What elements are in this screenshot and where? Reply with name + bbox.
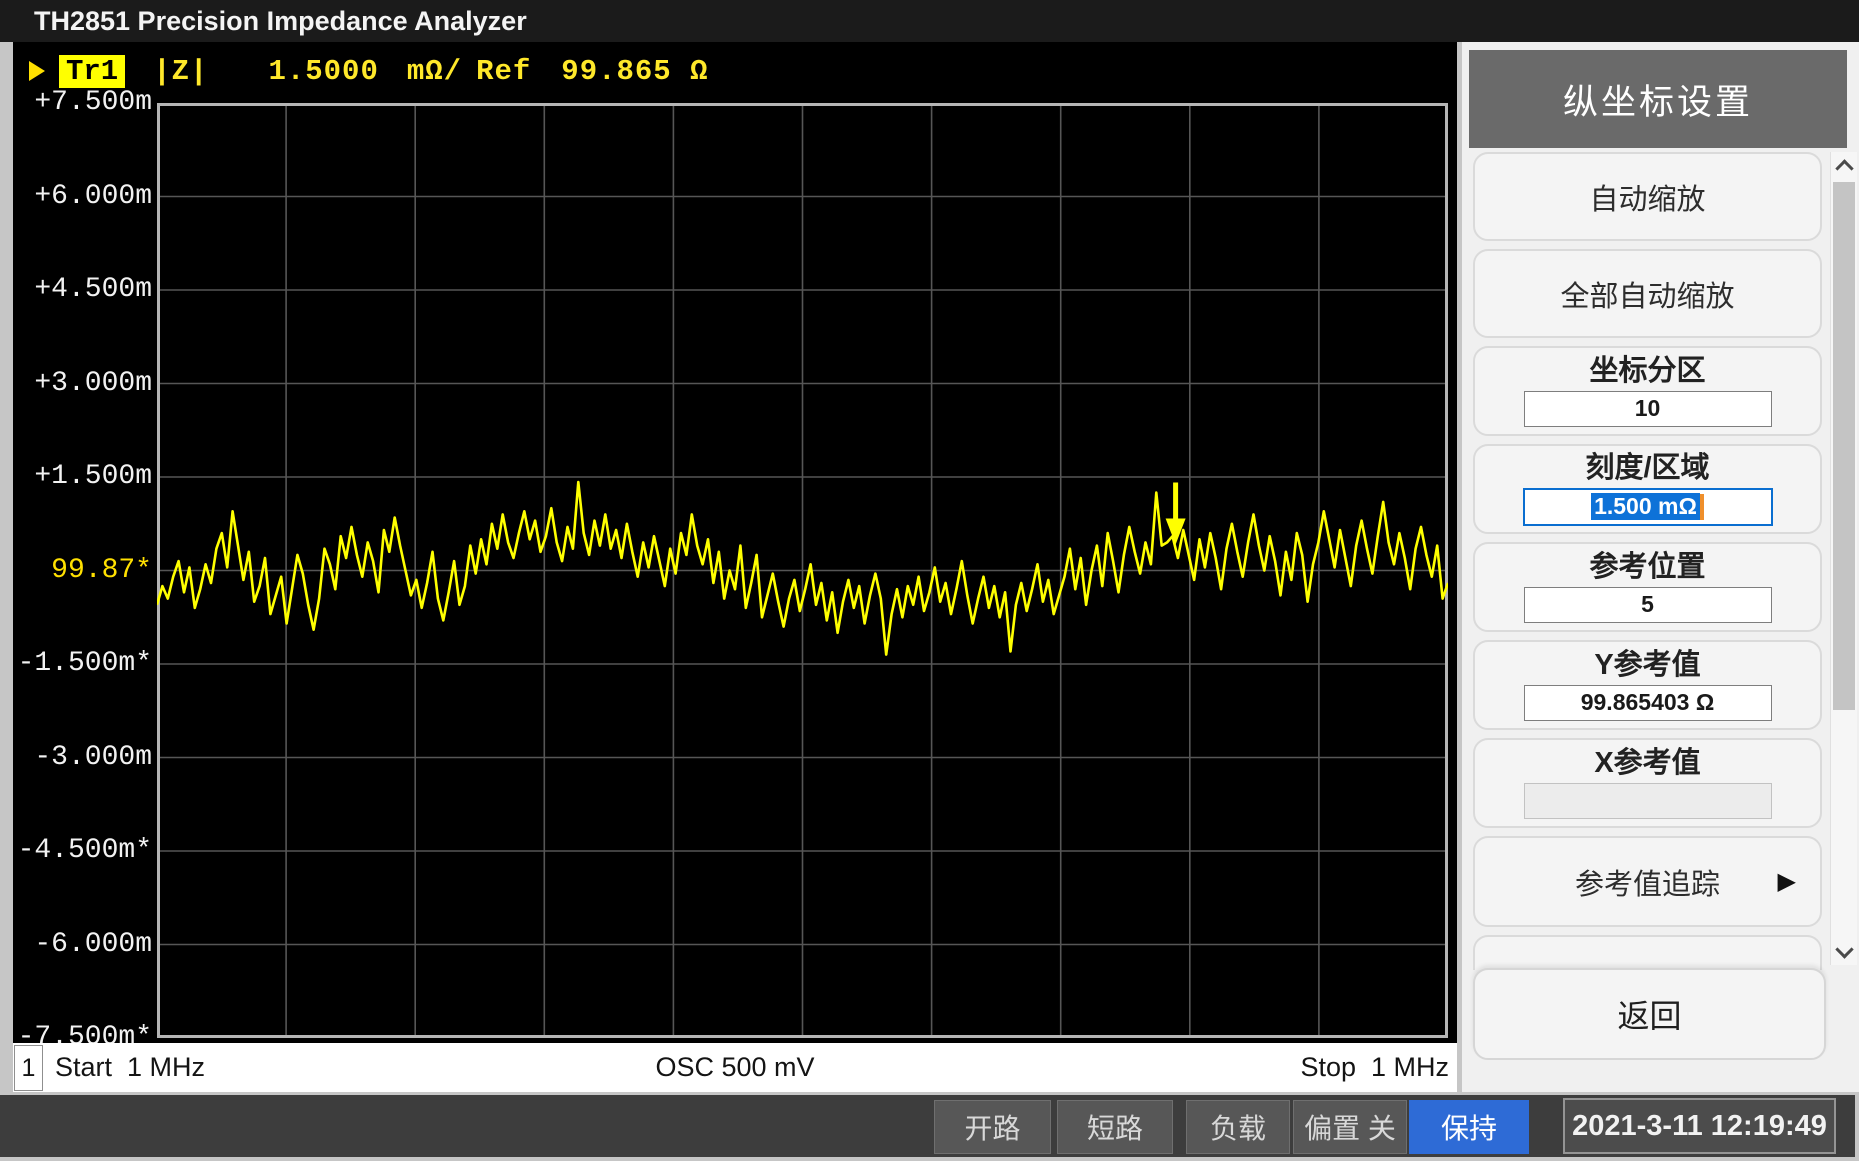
- scale-per-div-input[interactable]: 1.500 mΩ: [1523, 488, 1773, 526]
- window-right-edge: [1855, 1095, 1859, 1161]
- text-caret: [1700, 494, 1704, 520]
- panel-scroll-area: 自动缩放 全部自动缩放 坐标分区 10 刻度/区域 1.500 mΩ 参考位置 …: [1473, 152, 1822, 970]
- channel-number-box: 1: [14, 1045, 43, 1091]
- reference-tracking-button[interactable]: 参考值追踪 ▶: [1473, 836, 1822, 927]
- trace-scale-value: 1.5000: [268, 55, 378, 88]
- trace-name-chip[interactable]: Tr1: [59, 55, 125, 88]
- panel-title: 纵坐标设置: [1469, 50, 1847, 148]
- title-bar: TH2851 Precision Impedance Analyzer: [0, 0, 1859, 42]
- y-tick: -4.500m*: [18, 834, 152, 868]
- autoscale-button[interactable]: 自动缩放: [1473, 152, 1822, 241]
- bias-off-button[interactable]: 偏置 关: [1293, 1100, 1407, 1154]
- divisions-input[interactable]: 10: [1524, 391, 1772, 427]
- back-label: 返回: [1617, 991, 1681, 1037]
- y-axis-labels: +7.500m+6.000m+4.500m+3.000m+1.500m99.87…: [13, 103, 158, 1038]
- divisions-label: 坐标分区: [1589, 356, 1705, 386]
- scale-per-div-group: 刻度/区域 1.500 mΩ: [1473, 444, 1822, 534]
- trace-ref-label: Ref: [476, 55, 531, 88]
- panel-scrollbar[interactable]: [1830, 152, 1857, 965]
- submenu-arrow-icon: ▶: [1778, 867, 1796, 896]
- y-tick: -3.000m: [34, 741, 152, 775]
- trace-ref-value: 99.865 Ω: [561, 55, 708, 88]
- y-tick: +3.000m: [34, 367, 152, 401]
- x-axis-strip: 1 Start 1 MHz OSC 500 mV Stop 1 MHz: [13, 1043, 1457, 1092]
- y-tick-reference: 99.87*: [51, 554, 152, 588]
- x-reference-input[interactable]: [1524, 783, 1772, 819]
- reference-position-group: 参考位置 5: [1473, 542, 1822, 632]
- start-frequency-label: Start 1 MHz: [55, 1043, 205, 1092]
- y-tick: +6.000m: [34, 180, 152, 214]
- hold-button[interactable]: 保持: [1409, 1100, 1529, 1154]
- autoscale-all-label: 全部自动缩放: [1560, 273, 1734, 315]
- y-tick: +1.500m: [34, 460, 152, 494]
- chart-region: Tr1 |Z| 1.5000 mΩ/ Ref 99.865 Ω +7.500m +…: [13, 42, 1457, 1043]
- trace-active-arrow-icon: [29, 61, 45, 81]
- x-reference-label: X参考值: [1594, 748, 1700, 778]
- reference-position-label: 参考位置: [1589, 552, 1705, 582]
- short-correction-button[interactable]: 短路: [1057, 1100, 1173, 1154]
- y-tick: -6.000m: [34, 928, 152, 962]
- y-tick: -1.500m*: [18, 647, 152, 681]
- trace-status-line: Tr1 |Z| 1.5000 mΩ/ Ref 99.865 Ω: [29, 55, 709, 87]
- autoscale-label: 自动缩放: [1589, 176, 1705, 218]
- chevron-down-icon: [1835, 940, 1853, 958]
- vertical-axis-settings-panel: 纵坐标设置 自动缩放 全部自动缩放 坐标分区 10 刻度/区域 1.500 mΩ…: [1462, 42, 1859, 1092]
- divisions-group: 坐标分区 10: [1473, 346, 1822, 436]
- scale-input-selected-text: 1.500 mΩ: [1591, 493, 1700, 520]
- autoscale-all-button[interactable]: 全部自动缩放: [1473, 249, 1822, 338]
- scrollbar-thumb[interactable]: [1833, 182, 1855, 710]
- chevron-up-icon: [1835, 159, 1853, 177]
- trace-scale-unit: mΩ/: [407, 55, 462, 88]
- datetime-display: 2021-3-11 12:19:49: [1563, 1098, 1836, 1154]
- y-reference-label: Y参考值: [1594, 650, 1700, 680]
- y-tick: +4.500m: [34, 273, 152, 307]
- y-reference-group: Y参考值 99.865403 Ω: [1473, 640, 1822, 730]
- y-tick: +7.500m: [34, 86, 152, 120]
- stop-frequency-label: Stop 1 MHz: [1300, 1043, 1449, 1092]
- open-correction-button[interactable]: 开路: [934, 1100, 1051, 1154]
- back-button[interactable]: 返回: [1473, 968, 1826, 1060]
- bottom-status-bar: 开路 短路 负载 偏置 关 保持 2021-3-11 12:19:49: [0, 1095, 1859, 1157]
- reference-tracking-label: 参考值追踪: [1575, 861, 1720, 903]
- load-correction-button[interactable]: 负载: [1186, 1100, 1290, 1154]
- scroll-up-button[interactable]: [1831, 152, 1857, 178]
- trace-parameter: |Z|: [153, 55, 208, 88]
- plot-svg: [157, 103, 1448, 1038]
- app-window: TH2851 Precision Impedance Analyzer Tr1 …: [0, 0, 1859, 1161]
- scale-per-div-label: 刻度/区域: [1585, 453, 1709, 483]
- x-reference-group: X参考值: [1473, 738, 1822, 828]
- scroll-down-button[interactable]: [1831, 939, 1857, 965]
- osc-level-label: OSC 500 mV: [655, 1043, 814, 1092]
- reference-position-input[interactable]: 5: [1524, 587, 1772, 623]
- cursor-to-reference-button[interactable]: 光标→参考值: [1473, 935, 1822, 970]
- window-title: TH2851 Precision Impedance Analyzer: [34, 0, 527, 42]
- y-reference-input[interactable]: 99.865403 Ω: [1524, 685, 1772, 721]
